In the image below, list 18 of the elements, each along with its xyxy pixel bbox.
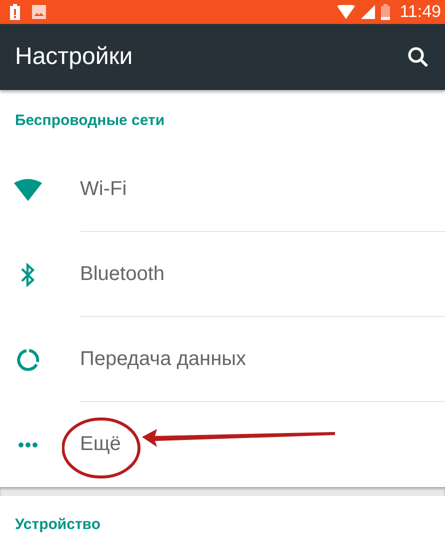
cell-signal-icon	[360, 5, 375, 19]
section-header: Беспроводные сети	[14, 111, 166, 131]
wifi-signal-icon	[336, 5, 355, 19]
wifi-icon	[14, 178, 42, 200]
settings-item[interactable]: Wi-Fi	[0, 147, 445, 232]
settings-item[interactable]: Bluetooth	[0, 232, 445, 317]
search-icon[interactable]	[407, 46, 429, 68]
clock: 11:49	[400, 2, 441, 22]
section-header: Устройство	[14, 515, 102, 535]
battery-icon	[380, 4, 390, 20]
battery-alert-icon	[10, 4, 20, 20]
screen-title: Настройки	[15, 43, 133, 71]
settings-item[interactable]: Ещё	[0, 402, 445, 487]
more-icon	[18, 442, 38, 448]
settings-item[interactable]: Передача данных	[0, 317, 445, 402]
image-icon	[32, 5, 46, 19]
bluetooth-icon	[21, 262, 35, 286]
data-usage-icon	[16, 348, 40, 372]
